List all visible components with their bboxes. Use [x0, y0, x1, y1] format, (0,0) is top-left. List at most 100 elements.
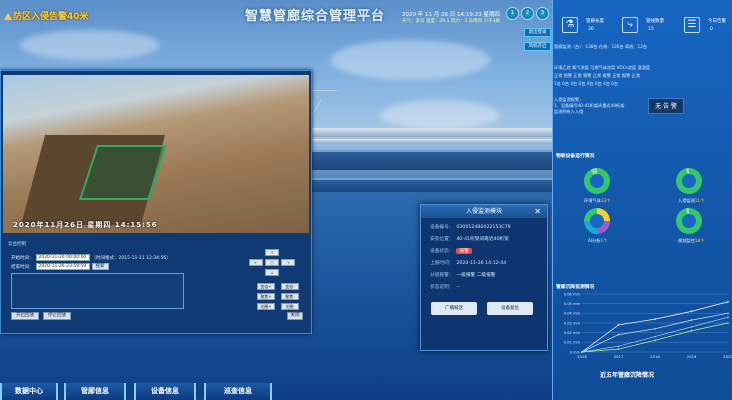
- donut-intrusion-label: 入侵监测11个: [678, 198, 705, 203]
- iris-out-button[interactable]: 光圈-: [281, 303, 299, 310]
- series-point: [617, 333, 620, 336]
- donut-video[interactable]: [676, 208, 702, 234]
- series-point: [654, 318, 656, 320]
- nav-data-center[interactable]: 数据中心: [0, 383, 58, 400]
- no-alarm-button[interactable]: 无 告 警: [648, 98, 684, 114]
- report-time-row: 上报时间： 2020-11-26 14:12:44: [430, 261, 507, 266]
- series-point: [690, 329, 693, 332]
- y-tick-label: 0.01 mm: [564, 341, 581, 345]
- ptz-title: 云台控制: [8, 242, 26, 247]
- series-point: [581, 351, 583, 353]
- status-badge: 报警: [456, 248, 472, 254]
- x-tick-label: 2016: [577, 354, 587, 359]
- pipe-icon: ⤷: [622, 17, 638, 33]
- zoom-in-button[interactable]: 变倍+: [257, 283, 275, 290]
- donut-env-gas-label: 环境气体33个: [584, 198, 611, 203]
- donut-ai[interactable]: [584, 208, 610, 234]
- donut-ai-label: AI分析1个: [588, 238, 608, 243]
- nav-device-info[interactable]: 设备信息: [134, 383, 196, 400]
- warning-icon: [4, 13, 12, 20]
- series-line-2: [581, 316, 729, 353]
- monitor-status: 管廊监测（台）：138台 在线：126台 离线：12台: [554, 44, 648, 49]
- focus-in-button[interactable]: 聚焦+: [257, 293, 275, 300]
- top-button-1[interactable]: 1: [506, 7, 519, 20]
- nav-patrol-info[interactable]: 巡查信息: [204, 383, 272, 400]
- page-title: 智慧管廊综合管理平台: [244, 9, 385, 24]
- iris-in-button[interactable]: 光圈+: [257, 303, 275, 310]
- series-point: [654, 339, 656, 342]
- x-tick-label: 2018: [650, 354, 660, 359]
- sensor-counts: 1台 0台 4台 0台 4台 0台 4台 0台: [554, 81, 619, 86]
- series-line-0: [581, 301, 729, 353]
- search-button[interactable]: 搜索: [91, 263, 109, 270]
- logout-tag[interactable]: 退出登录: [524, 28, 551, 37]
- stop-playback-button[interactable]: 停止回放: [43, 312, 71, 320]
- modal-header: 入侵监测模块 ✕: [421, 205, 547, 218]
- close-icon[interactable]: ✕: [534, 205, 541, 218]
- series-point: [617, 345, 620, 347]
- device-reset-button[interactable]: 设备复位: [487, 302, 533, 315]
- series-line-3: [581, 322, 729, 353]
- start-time-input[interactable]: 2020-11-26 00:00:00: [35, 254, 90, 261]
- top-button-3[interactable]: 3: [536, 7, 549, 20]
- ptz-left-button[interactable]: ←: [249, 259, 263, 266]
- ptz-down-button[interactable]: ↓: [265, 269, 279, 276]
- close-panel-button[interactable]: 关闭: [287, 312, 303, 320]
- x-tick-label: 2017: [614, 354, 624, 359]
- series-point: [690, 319, 693, 321]
- list-icon: ☰: [684, 17, 700, 33]
- open-playback-button[interactable]: 开启回放: [11, 312, 39, 320]
- series-point: [654, 335, 656, 338]
- series-point: [727, 322, 729, 324]
- broadcast-button[interactable]: 广播喊话: [431, 302, 477, 315]
- datetime: 2020 年 11 月 26 日 14:19:23 星期四: [402, 12, 500, 18]
- y-tick-label: 0.03 mm: [564, 321, 581, 325]
- series-point: [617, 324, 620, 326]
- settlement-heading: 管廊沉降监测情况: [556, 285, 595, 290]
- tunnel: [312, 178, 552, 192]
- y-tick-label: 0.06 mm: [564, 292, 581, 296]
- zoom-out-button[interactable]: 变倍-: [281, 283, 299, 290]
- cloud: [380, 100, 500, 130]
- ptz-right-button[interactable]: →: [281, 259, 295, 266]
- alarm-banner[interactable]: 防区入侵告警40米: [4, 9, 89, 22]
- log-textarea[interactable]: [11, 273, 184, 309]
- series-point: [727, 300, 729, 303]
- sensor-names: 环境乙烷 氧气浓度 可燃气体浓度 VOCs浓度 温湿度: [554, 65, 651, 70]
- y-tick-label: 0.05 mm: [564, 302, 581, 306]
- x-tick-label: 2019: [687, 354, 697, 359]
- pipe: [312, 128, 552, 137]
- ptz-up-button[interactable]: ↑: [265, 249, 279, 256]
- tunnel: [312, 150, 552, 170]
- settlement-chart-title: 近五年管廊沉降情况: [600, 372, 655, 379]
- series-point: [654, 328, 656, 330]
- video-feed[interactable]: 2020年11月26日 星期四 14:15:56: [3, 75, 309, 233]
- status-note-row: 状态说明： --: [430, 285, 460, 290]
- cloud: [330, 40, 490, 80]
- nav-pipe-info[interactable]: 管廊信息: [64, 383, 126, 400]
- pipe: [312, 139, 552, 144]
- flask-icon: ⚗: [562, 17, 578, 33]
- top-button-2[interactable]: 2: [521, 7, 534, 20]
- settlement-chart: 0.06 mm 0.05 mm 0.04 mm 0.03 mm 0.02 mm 0.01 …: [564, 292, 732, 359]
- device-id-row: 设备编号： 0300124B0022153C79: [430, 225, 511, 230]
- y-tick-label: 0.02 mm: [564, 331, 581, 335]
- video-panel: 2020年11月26日 星期四 14:15:56 云台控制 开始时间： 2020-…: [0, 70, 312, 334]
- sensor-states: 正常 报警 正常 报警 正常 报警 正常 报警 正常: [554, 73, 641, 78]
- location-row: 安装位置： 40-41桁架间靠近40桁架: [430, 237, 509, 242]
- series-point: [617, 348, 620, 350]
- ptz-center-button[interactable]: ○: [265, 259, 279, 266]
- donut-video-label: 视频监控18个: [678, 238, 705, 243]
- end-time-input[interactable]: 2020-11-26 23:59:59: [35, 263, 90, 270]
- series-point: [690, 310, 693, 313]
- donut-intrusion[interactable]: [676, 168, 702, 194]
- video-timestamp: 2020年11月26日 星期四 14:15:56: [13, 221, 158, 229]
- donut-env-gas[interactable]: [584, 168, 610, 194]
- focus-out-button[interactable]: 聚焦-: [281, 293, 299, 300]
- series-point: [727, 316, 729, 318]
- series-point: [727, 312, 729, 315]
- fan-on-tag[interactable]: 风机开启: [524, 42, 551, 51]
- device-status-title: 物联设备运行情况: [556, 154, 595, 159]
- cloud: [20, 30, 160, 60]
- status-row: 设备状态： 报警: [430, 248, 472, 254]
